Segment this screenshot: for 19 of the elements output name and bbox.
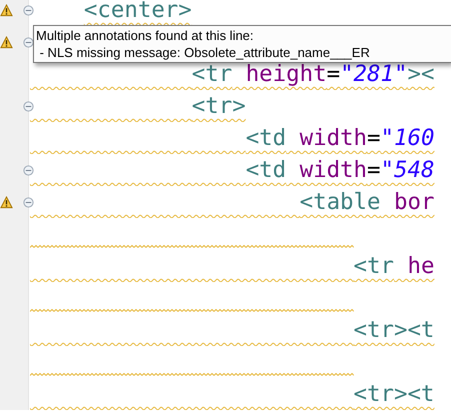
code-line: <table bor — [298, 188, 434, 217]
warning-icon[interactable] — [0, 4, 13, 16]
warning-icon[interactable] — [0, 196, 13, 208]
tooltip-text: Multiple annotations found at this line: — [36, 27, 254, 44]
code-line: <tr> — [190, 92, 246, 121]
code-line: <tr><t — [352, 316, 434, 345]
code-line: <tr><t — [352, 380, 434, 409]
code-line: <td width="548 — [244, 156, 434, 185]
collapse-icon[interactable] — [23, 196, 34, 208]
collapse-icon[interactable] — [23, 4, 34, 16]
code-line: <center> — [82, 0, 192, 25]
collapse-icon[interactable] — [23, 36, 34, 48]
tooltip-text: - NLS missing message: Obsolete_attribute_name___ER — [38, 44, 370, 61]
warning-icon[interactable] — [0, 36, 13, 48]
collapse-icon[interactable] — [23, 100, 34, 112]
code-line: <td width="160 — [244, 124, 434, 153]
collapse-icon[interactable] — [23, 164, 34, 176]
code-line: <tr he — [352, 252, 434, 281]
code-line: <tr height="281">< — [190, 60, 434, 89]
